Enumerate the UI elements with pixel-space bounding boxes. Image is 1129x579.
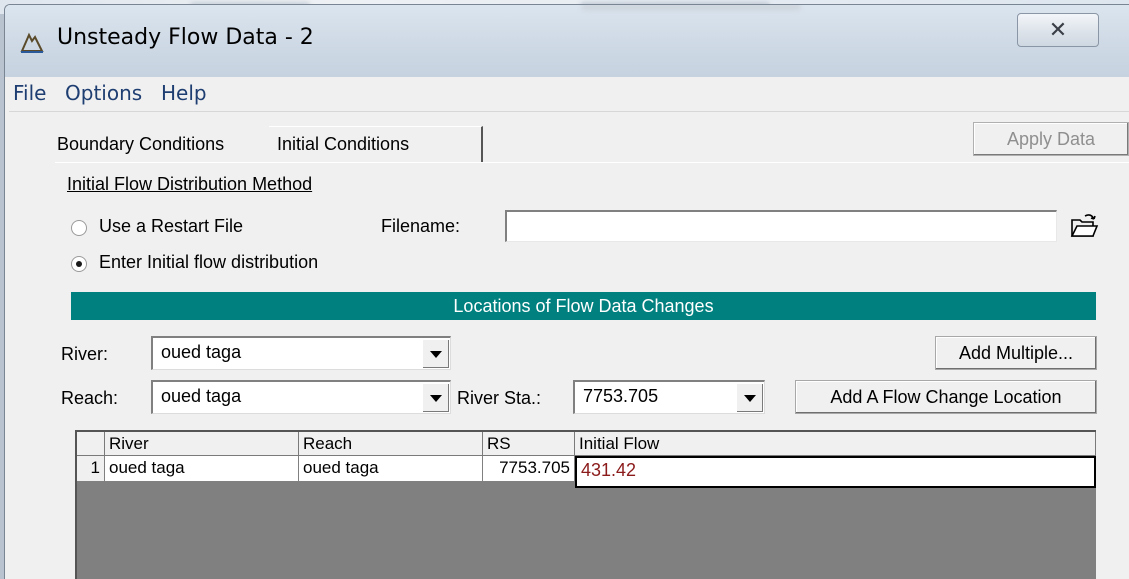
reach-label: Reach:: [61, 388, 119, 408]
column-header-rs[interactable]: RS: [483, 432, 575, 456]
chevron-down-icon[interactable]: [422, 339, 449, 368]
table-cell-river[interactable]: oued taga: [105, 456, 299, 482]
row-number[interactable]: 1: [77, 456, 105, 482]
open-folder-icon[interactable]: [1069, 212, 1099, 240]
column-header-reach[interactable]: Reach: [299, 432, 483, 456]
reach-select-value: oued taga: [161, 386, 242, 406]
river-station-value: 7753.705: [583, 386, 659, 406]
enter-distribution-label[interactable]: Enter Initial flow distribution: [99, 252, 318, 273]
add-flow-change-location-button[interactable]: Add A Flow Change Location: [795, 380, 1097, 414]
unsteady-flow-window: Unsteady Flow Data - 2 ✕ File Options He…: [4, 4, 1129, 579]
restart-file-label[interactable]: Use a Restart File: [99, 216, 243, 237]
table-cell-reach[interactable]: oued taga: [299, 456, 483, 482]
window-title: Unsteady Flow Data - 2: [57, 25, 314, 50]
menu-options[interactable]: Options: [65, 81, 142, 105]
close-icon: ✕: [1048, 17, 1068, 42]
hec-ras-app-icon: [20, 32, 44, 53]
chevron-down-icon[interactable]: [736, 383, 763, 412]
river-label: River:: [61, 344, 109, 364]
reach-select[interactable]: oued taga: [151, 380, 451, 414]
tab-boundary-conditions[interactable]: Boundary Conditions: [57, 134, 224, 155]
column-header-initial-flow[interactable]: Initial Flow: [575, 432, 1096, 456]
river-station-select[interactable]: 7753.705: [573, 380, 765, 414]
add-multiple-button[interactable]: Add Multiple...: [935, 336, 1097, 370]
initial-flow-method-label: Initial Flow Distribution Method: [67, 174, 313, 194]
tab-initial-conditions[interactable]: Initial Conditions: [277, 134, 409, 155]
menu-file[interactable]: File: [13, 81, 46, 105]
menu-help[interactable]: Help: [161, 81, 207, 105]
enter-distribution-radio[interactable]: [71, 256, 87, 272]
tab-panel-divider: [55, 162, 1129, 163]
column-header-river[interactable]: River: [105, 432, 299, 456]
filename-input[interactable]: [505, 210, 1057, 242]
river-select-value: oued taga: [161, 342, 242, 362]
chevron-down-icon[interactable]: [422, 383, 449, 412]
menu-bar: File Options Help: [9, 77, 1129, 112]
river-select[interactable]: oued taga: [151, 336, 451, 370]
initial-flow-table: River Reach RS Initial Flow 1 oued taga …: [75, 430, 1096, 579]
locations-header: Locations of Flow Data Changes: [71, 292, 1096, 320]
close-button[interactable]: ✕: [1017, 13, 1099, 47]
filename-label: Filename:: [381, 216, 461, 236]
river-station-label: River Sta.:: [457, 388, 542, 408]
tab-content: Boundary Conditions Initial Conditions A…: [9, 112, 1129, 579]
apply-data-button[interactable]: Apply Data: [973, 122, 1129, 156]
table-cell-initial-flow[interactable]: 431.42: [575, 456, 1096, 488]
restart-file-radio[interactable]: [71, 220, 87, 236]
background-blur: [581, 5, 801, 11]
table-corner: [77, 432, 105, 456]
table-cell-rs[interactable]: 7753.705: [483, 456, 575, 482]
title-bar[interactable]: Unsteady Flow Data - 2 ✕: [5, 5, 1129, 77]
